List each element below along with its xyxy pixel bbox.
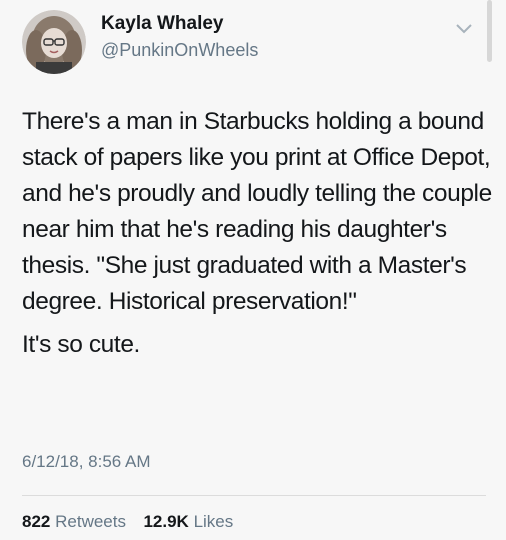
scrollbar[interactable] bbox=[487, 0, 492, 62]
tweet-stats: 822 Retweets 12.9K Likes bbox=[22, 512, 233, 532]
likes-count[interactable]: 12.9K bbox=[143, 512, 188, 531]
tweet-timestamp[interactable]: 6/12/18, 8:56 AM bbox=[22, 452, 151, 472]
chevron-down-icon[interactable] bbox=[455, 22, 473, 34]
retweets-label[interactable]: Retweets bbox=[55, 512, 126, 531]
tweet-text: There's a man in Starbucks holding a bou… bbox=[22, 104, 492, 363]
likes-label[interactable]: Likes bbox=[194, 512, 234, 531]
retweets-count[interactable]: 822 bbox=[22, 512, 50, 531]
avatar-image bbox=[22, 10, 86, 74]
tweet-paragraph: There's a man in Starbucks holding a bou… bbox=[22, 108, 492, 315]
tweet-paragraph: It's so cute. bbox=[22, 331, 140, 358]
avatar[interactable] bbox=[22, 10, 86, 74]
divider bbox=[22, 495, 486, 496]
display-name[interactable]: Kayla Whaley bbox=[101, 13, 224, 35]
user-handle[interactable]: @PunkinOnWheels bbox=[101, 40, 258, 61]
tweet-card: Kayla Whaley @PunkinOnWheels There's a m… bbox=[0, 0, 506, 540]
